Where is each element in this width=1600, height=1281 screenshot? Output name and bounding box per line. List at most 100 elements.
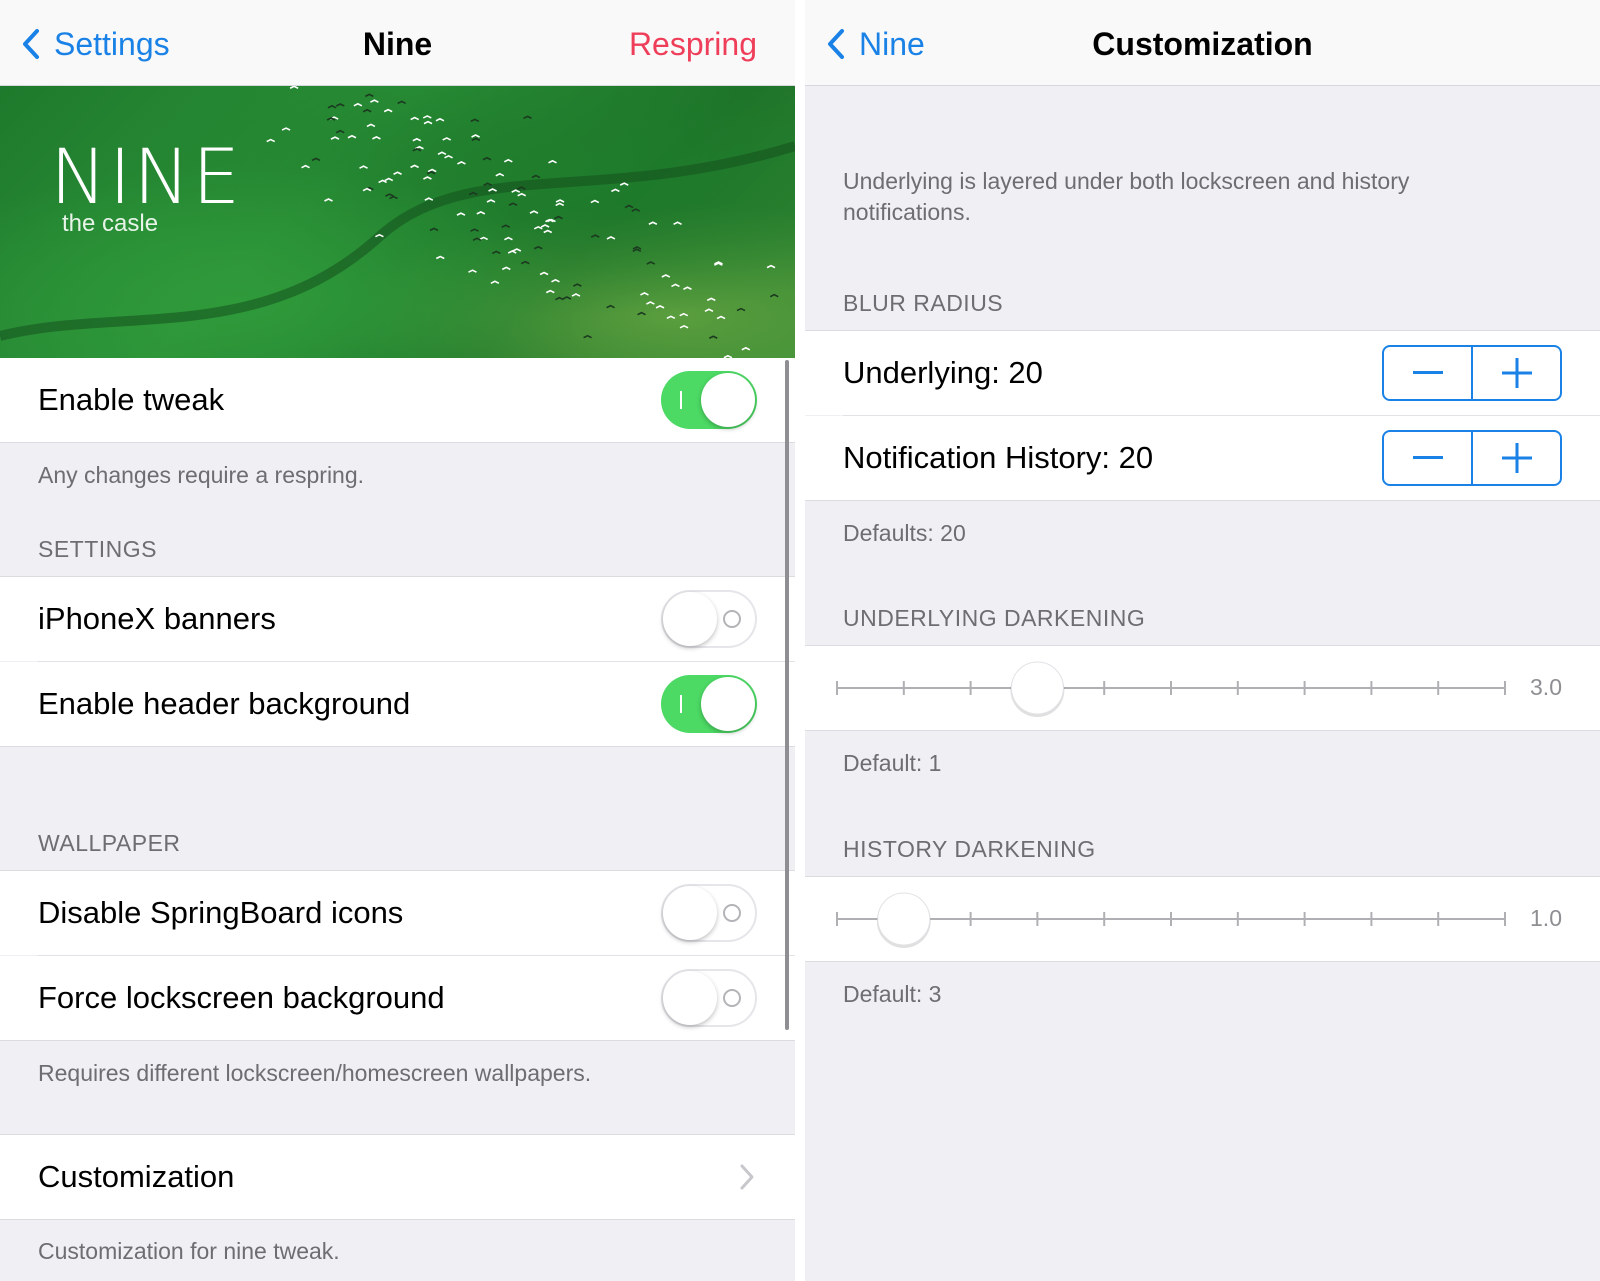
bird-speck [631, 208, 641, 212]
bird-speck [410, 116, 420, 121]
disable-springboard-icons-switch[interactable] [661, 884, 757, 942]
navigation-bar: Nine Customization [805, 0, 1600, 86]
bird-speck [523, 115, 532, 120]
panel-divider [795, 0, 805, 1281]
bird-speck [435, 117, 445, 122]
bird-speck [646, 261, 656, 265]
minus-icon [1412, 456, 1443, 459]
blur-radius-section-header: BLUR RADIUS [843, 290, 1004, 316]
history-darkening-row: 1.0 [805, 877, 1600, 961]
bird-speck [507, 250, 517, 254]
underlying-blur-stepper [1382, 345, 1562, 401]
navigation-bar: Settings Nine Respring [0, 0, 795, 86]
banner-title: NINE [50, 132, 243, 221]
iphonex-banners-switch[interactable] [661, 590, 757, 648]
bird-speck [679, 324, 689, 329]
bird-speck [545, 289, 555, 294]
customization-label: Customization [38, 1159, 235, 1194]
bird-speck [606, 236, 616, 240]
bird-speck [529, 210, 539, 214]
customization-row[interactable]: Customization [0, 1135, 795, 1219]
bird-speck [683, 286, 692, 290]
bird-speck [471, 137, 481, 142]
back-button[interactable]: Nine [827, 22, 925, 66]
bird-speck [426, 170, 436, 175]
bird-speck [281, 127, 291, 131]
bird-speck [330, 136, 340, 140]
back-button[interactable]: Settings [22, 22, 170, 66]
underlying-darkening-footer: Default: 1 [843, 750, 942, 776]
history-darkening-value: 1.0 [1530, 905, 1562, 931]
bird-speck [551, 278, 560, 283]
bird-speck [479, 236, 488, 241]
history-darkening-slider[interactable] [805, 877, 1600, 961]
slider-thumb [877, 892, 931, 946]
force-lockscreen-background-label: Force lockscreen background [38, 980, 445, 1015]
back-label: Nine [859, 25, 925, 62]
bird-speck [766, 264, 776, 269]
underlying-darkening-row: 3.0 [805, 646, 1600, 730]
enable-tweak-switch[interactable] [661, 371, 757, 429]
scroll-indicator[interactable] [785, 360, 789, 1030]
bird-speck [655, 304, 665, 309]
respring-button[interactable]: Respring [629, 22, 757, 66]
bird-speck [543, 229, 553, 234]
iphonex-banners-row[interactable]: iPhoneX banners [0, 577, 795, 661]
bird-speck [383, 108, 393, 113]
decrement-button[interactable] [1384, 432, 1471, 484]
minus-icon [1412, 371, 1443, 374]
bird-speck [353, 102, 363, 107]
bird-speck [501, 266, 511, 271]
bird-speck [372, 135, 381, 140]
enable-header-background-row[interactable]: Enable header background [0, 662, 795, 746]
bird-speck [301, 164, 310, 169]
bird-speck [646, 301, 655, 305]
bird-speck [555, 202, 565, 207]
bird-speck [442, 137, 452, 141]
bird-speck [324, 198, 333, 202]
bird-speck [393, 171, 402, 175]
force-lockscreen-background-switch[interactable] [661, 969, 757, 1027]
bird-speck [435, 255, 445, 260]
bird-speck [490, 280, 500, 284]
bird-speck [508, 202, 518, 206]
bird-speck [769, 293, 779, 298]
bird-speck [504, 236, 513, 241]
increment-button[interactable] [1471, 432, 1560, 484]
bird-speck [501, 224, 511, 228]
bird-speck [482, 156, 492, 161]
bird-speck [471, 134, 480, 138]
bird-speck [385, 193, 394, 197]
bird-speck [335, 103, 345, 107]
enable-tweak-row[interactable]: Enable tweak [0, 358, 795, 442]
bird-speck [456, 212, 466, 216]
bird-speck [370, 99, 379, 103]
disable-springboard-icons-row[interactable]: Disable SpringBoard icons [0, 871, 795, 955]
bird-speck [423, 176, 432, 180]
bird-speck [444, 154, 453, 159]
bird-speck [347, 134, 357, 139]
bird-speck [611, 188, 620, 193]
history-darkening-footer: Default: 3 [843, 981, 942, 1007]
enable-header-background-switch[interactable] [661, 675, 757, 733]
bird-speck [327, 104, 337, 109]
bird-speck [637, 311, 646, 316]
customization-footer: Customization for nine tweak. [38, 1238, 340, 1264]
bird-speck [422, 115, 432, 119]
bird-speck [476, 210, 486, 215]
enable-tweak-footer: Any changes require a respring. [38, 462, 365, 488]
bird-speck [590, 234, 600, 238]
bird-speck [533, 245, 543, 250]
bird-speck [619, 182, 629, 186]
slider-thumb [1010, 661, 1064, 715]
nine-settings-panel: Settings Nine Respring NINE the casle En… [0, 0, 795, 1281]
bird-speck [554, 215, 563, 220]
bird-speck [716, 315, 726, 320]
decrement-button[interactable] [1384, 347, 1471, 399]
bird-speck [572, 283, 582, 287]
bird-speck [555, 199, 565, 203]
bird-speck [366, 123, 376, 128]
underlying-darkening-slider[interactable] [805, 646, 1600, 730]
force-lockscreen-background-row[interactable]: Force lockscreen background [0, 956, 795, 1040]
increment-button[interactable] [1471, 347, 1560, 399]
